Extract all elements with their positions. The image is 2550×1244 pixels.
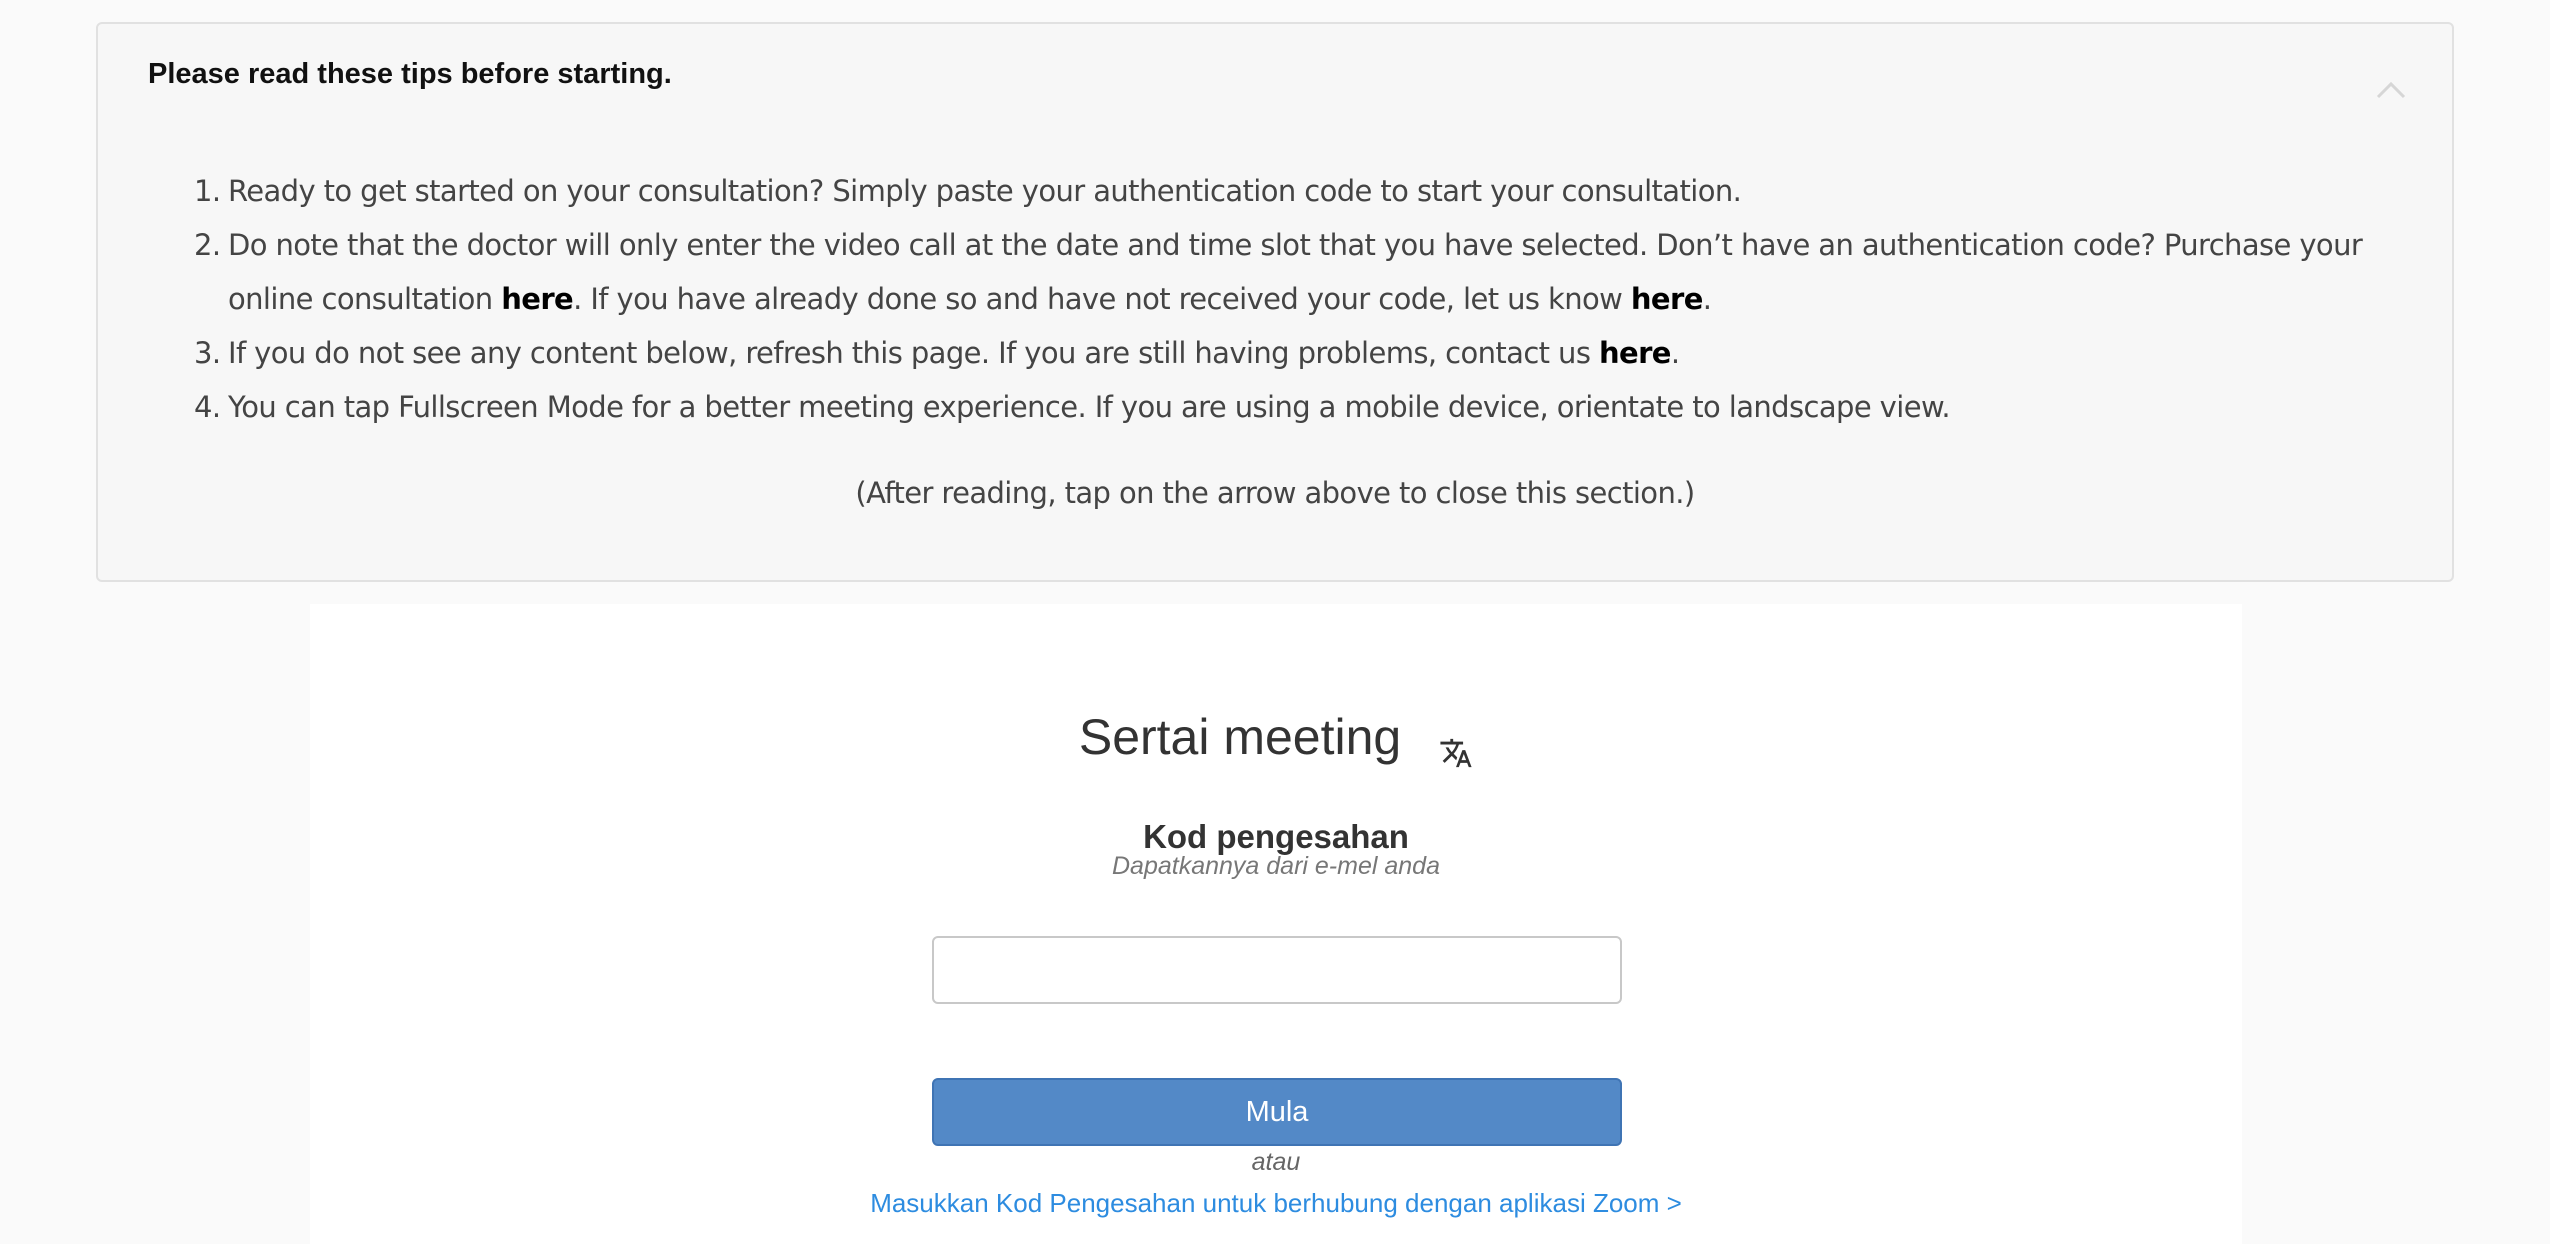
tip-text: If you do not see any content below, ref… [228, 336, 1599, 370]
auth-code-input[interactable] [932, 936, 1622, 1004]
code-not-received-link[interactable]: here [1631, 282, 1703, 316]
purchase-consultation-link[interactable]: here [501, 282, 573, 316]
or-separator: atau [1251, 1148, 1301, 1176]
translate-icon[interactable] [1439, 724, 1473, 767]
tip-item-3: 3. If you do not see any content below, … [194, 326, 2418, 380]
join-title: Sertai meeting [1078, 709, 1402, 765]
chevron-up-icon[interactable] [2376, 76, 2406, 106]
tips-close-note: (After reading, tap on the arrow above t… [855, 476, 1695, 510]
tip-number: 2. [194, 228, 221, 262]
auth-code-hint: Dapatkannya dari e-mel anda [1112, 852, 1440, 880]
tip-text: You can tap Fullscreen Mode for a better… [228, 390, 1951, 424]
tip-number: 3. [194, 336, 221, 370]
tips-list: 1. Ready to get started on your consulta… [194, 164, 2418, 434]
join-meeting-card: Sertai meeting Kod pengesahan Dapatkanny… [310, 604, 2242, 1244]
tips-panel: Please read these tips before starting. … [96, 22, 2454, 582]
tip-text: . [1702, 282, 1712, 316]
tip-text: . If you have already done so and have n… [573, 282, 1631, 316]
auth-code-label: Kod pengesahan [1143, 818, 1409, 855]
start-button[interactable]: Mula [932, 1078, 1622, 1146]
tip-item-1: 1. Ready to get started on your consulta… [194, 164, 2418, 218]
zoom-app-link[interactable]: Masukkan Kod Pengesahan untuk berhubung … [310, 1188, 2242, 1219]
join-title-row: Sertai meeting [310, 708, 2242, 767]
contact-us-link[interactable]: here [1599, 336, 1671, 370]
tip-number: 1. [194, 174, 221, 208]
tip-text: Ready to get started on your consultatio… [228, 174, 1742, 208]
tip-item-2: 2. Do note that the doctor will only ent… [194, 218, 2418, 326]
tips-title: Please read these tips before starting. [148, 58, 672, 90]
tip-item-4: 4. You can tap Fullscreen Mode for a bet… [194, 380, 2418, 434]
tip-number: 4. [194, 390, 221, 424]
tip-text: . [1670, 336, 1680, 370]
